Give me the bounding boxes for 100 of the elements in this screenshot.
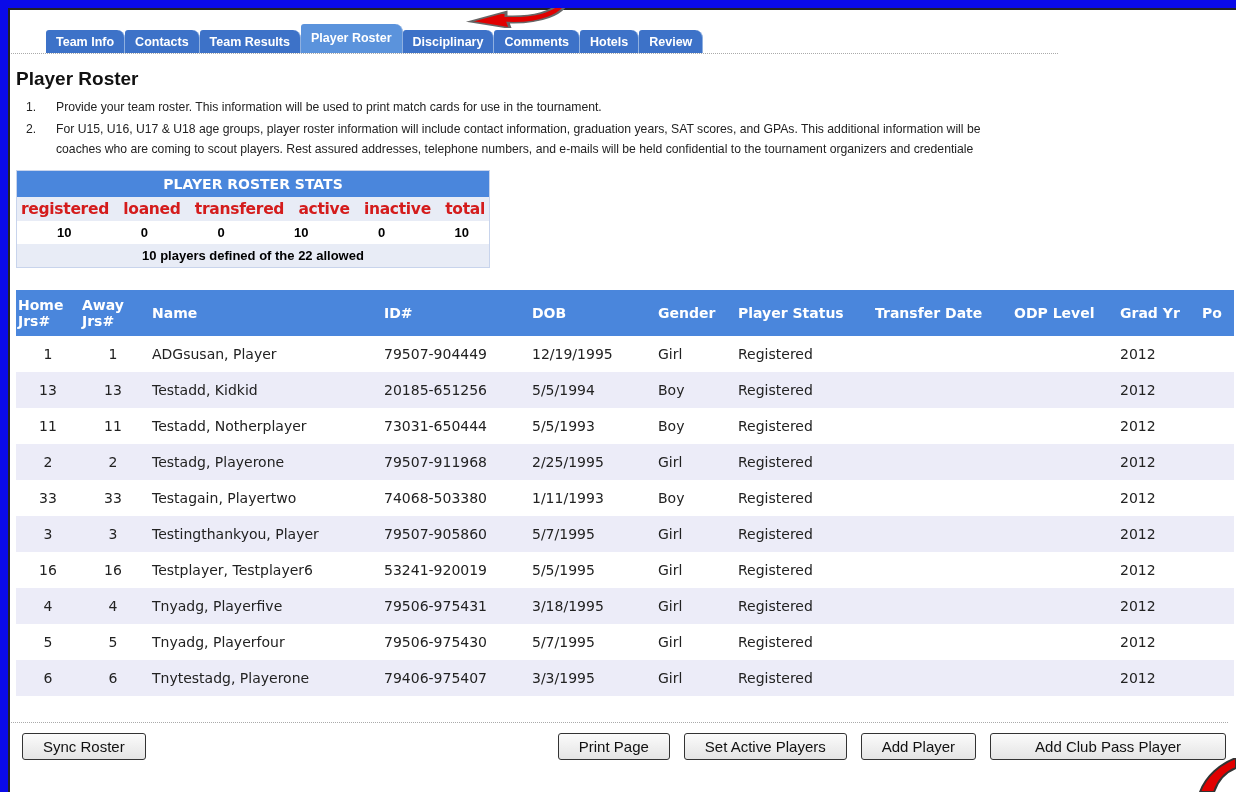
table-cell: Registered — [738, 418, 813, 434]
table-cell: Boy — [658, 490, 685, 506]
table-cell: Registered — [738, 598, 813, 614]
stat-value: 0 — [140, 225, 149, 240]
table-cell: 11 — [39, 418, 57, 434]
table-cell: 2 — [43, 454, 53, 470]
stat-value: 0 — [377, 225, 386, 240]
table-cell: Tnyadg, Playerfive — [152, 598, 283, 614]
table-cell: 2/25/1995 — [532, 454, 604, 470]
stat-value: 10 — [57, 225, 72, 240]
table-cell: Registered — [738, 634, 813, 650]
table-cell: 5/7/1995 — [532, 526, 595, 542]
table-cell: 3 — [108, 526, 118, 542]
table-cell: 79507-911968 — [384, 454, 488, 470]
table-cell: 2012 — [1120, 346, 1156, 362]
action-button[interactable]: Print Page — [557, 733, 670, 760]
table-cell: 2012 — [1120, 598, 1156, 614]
table-cell: 16 — [39, 562, 57, 578]
table-cell: Girl — [658, 634, 683, 650]
table-cell: 20185-651256 — [384, 382, 488, 398]
column-header: Player Status — [738, 305, 844, 321]
action-button[interactable]: Add Club Pass Player — [990, 733, 1226, 760]
stat-value: 0 — [217, 225, 225, 240]
list-number: 1. — [26, 100, 38, 114]
table-cell: Testagain, Playertwo — [152, 490, 297, 506]
table-cell: Boy — [658, 418, 685, 434]
tab[interactable]: Disciplinary — [402, 30, 495, 53]
action-button[interactable]: Add Player — [860, 733, 977, 760]
table-cell: Girl — [658, 454, 683, 470]
stat-label: loaned — [123, 200, 181, 218]
table-cell: Girl — [658, 670, 683, 686]
page-title: Player Roster — [16, 68, 140, 90]
table-cell: Girl — [658, 346, 683, 362]
table-cell: ADGsusan, Player — [152, 346, 277, 362]
table-cell: 5 — [108, 634, 118, 650]
instruction-text: Provide your team roster. This information will be used to print match cards for use in the tournament. — [56, 100, 602, 114]
table-cell: Registered — [738, 526, 813, 542]
table-cell: 5/5/1995 — [532, 562, 595, 578]
tab[interactable]: Comments — [494, 30, 581, 53]
stat-label: registered — [21, 200, 109, 218]
table-cell: Registered — [738, 490, 813, 506]
action-button[interactable]: Sync Roster — [22, 733, 146, 760]
table-cell: 53241-920019 — [384, 562, 488, 578]
column-header: Away Jrs# — [82, 297, 124, 329]
column-header: ID# — [384, 305, 413, 321]
table-cell: 79507-905860 — [384, 526, 488, 542]
table-cell: Girl — [658, 562, 683, 578]
table-cell: 33 — [39, 490, 57, 506]
stat-label: total — [445, 200, 485, 218]
table-cell: 2012 — [1120, 418, 1156, 434]
table-cell: 4 — [108, 598, 118, 614]
table-cell: Boy — [658, 382, 685, 398]
stats-summary: 10 players defined of the 22 allowed — [17, 244, 489, 267]
table-cell: 11 — [104, 418, 122, 434]
table-cell: 79506-975430 — [384, 634, 488, 650]
tab[interactable]: Team Results — [199, 30, 301, 53]
table-cell: 2012 — [1120, 634, 1156, 650]
table-cell: 79507-904449 — [384, 346, 488, 362]
instruction-text: For U15, U16, U17 & U18 age groups, player roster information will include contact information, graduation years, SAT scores, and GPAs. This additional information will be — [56, 122, 981, 136]
table-cell: 4 — [43, 598, 53, 614]
table-cell: Registered — [738, 454, 813, 470]
table-cell: Testadg, Playerone — [152, 454, 285, 470]
table-cell: 5/5/1994 — [532, 382, 595, 398]
table-cell: 2012 — [1120, 526, 1156, 542]
table-cell: 1/11/1993 — [532, 490, 604, 506]
column-header: Gender — [658, 305, 716, 321]
table-cell: Girl — [658, 526, 683, 542]
instruction-text: coaches who are coming to scout players. Rest assured addresses, telephone numbers, and e-mails will be held confidential to the tournament organizers and credentiale — [56, 142, 975, 156]
table-cell: Testingthankyou, Player — [152, 526, 319, 542]
stat-label: inactive — [363, 200, 431, 218]
tab[interactable]: Contacts — [125, 30, 200, 53]
table-cell: Testadd, Notherplayer — [152, 418, 307, 434]
table-cell: 2012 — [1120, 382, 1156, 398]
tab[interactable]: Review — [639, 30, 704, 53]
table-cell: 73031-650444 — [384, 418, 488, 434]
table-cell: Registered — [738, 562, 813, 578]
action-button[interactable]: Set Active Players — [683, 733, 847, 760]
column-header: Po — [1202, 305, 1222, 321]
table-cell: 5/5/1993 — [532, 418, 595, 434]
table-cell: 1 — [43, 346, 53, 362]
table-cell: 16 — [104, 562, 122, 578]
stat-label: active — [298, 200, 350, 218]
table-cell: Tnytestadg, Playerone — [152, 670, 310, 686]
table-cell: 2012 — [1120, 454, 1156, 470]
arrow-drawing — [1196, 758, 1236, 792]
table-cell: Girl — [658, 598, 683, 614]
column-header: Name — [152, 305, 198, 321]
stat-value: 10 — [294, 225, 309, 240]
table-cell: Tnyadg, Playerfour — [152, 634, 285, 650]
table-cell: 33 — [104, 490, 122, 506]
table-cell: Registered — [738, 346, 813, 362]
tab[interactable]: Team Info — [46, 30, 126, 53]
table-cell: 6 — [43, 670, 53, 686]
table-cell: 3 — [43, 526, 53, 542]
table-cell: Testplayer, Testplayer6 — [152, 562, 313, 578]
table-cell: 5/7/1995 — [532, 634, 595, 650]
tab[interactable]: Hotels — [580, 30, 640, 53]
table-cell: 2012 — [1120, 562, 1156, 578]
column-header: Grad Yr — [1120, 305, 1180, 321]
tab[interactable]: Player Roster — [300, 24, 403, 53]
